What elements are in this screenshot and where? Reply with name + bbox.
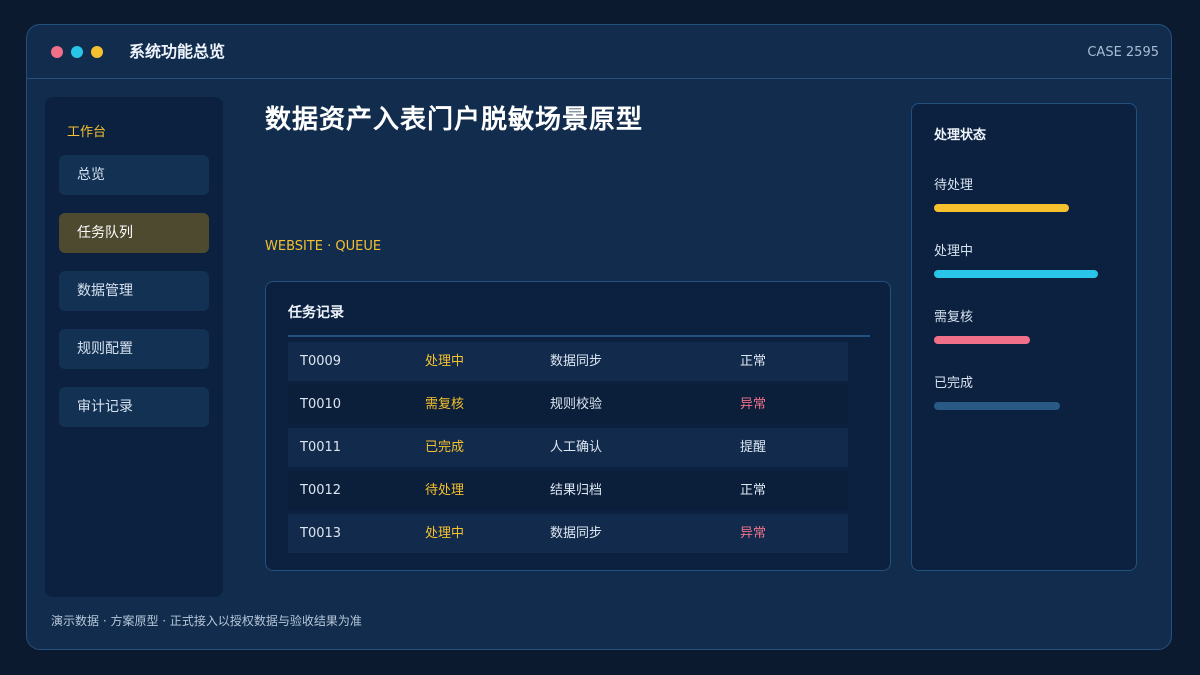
status-item: 处理中 — [934, 244, 1116, 278]
sidebar-item-data-management[interactable]: 数据管理 — [59, 271, 209, 311]
table-row[interactable]: T0011 已完成 人工确认 提醒 — [288, 428, 848, 467]
status-progress-fill — [934, 204, 1069, 212]
page-title: 数据资产入表门户脱敏场景原型 — [265, 105, 644, 135]
page-subtitle: WEBSITE · QUEUE — [265, 239, 382, 254]
status-item: 待处理 — [934, 178, 1116, 212]
table-row[interactable]: T0010 需复核 规则校验 异常 — [288, 385, 848, 424]
window-minimize-dot[interactable] — [71, 46, 83, 58]
task-id-cell: T0010 — [300, 397, 342, 412]
sidebar-item-overview[interactable]: 总览 — [59, 155, 209, 195]
app-title: 系统功能总览 — [129, 42, 226, 61]
task-status-cell: 待处理 — [425, 483, 465, 498]
task-name-cell: 数据同步 — [550, 526, 603, 541]
task-status-cell: 需复核 — [425, 397, 465, 412]
status-progress-bar — [934, 402, 1116, 410]
task-id-cell: T0013 — [300, 526, 342, 541]
status-progress-fill — [934, 336, 1030, 344]
task-records-table: T0009 处理中 数据同步 正常 T0010 需复核 规则校验 异常 T0011 已完成 人工确认… — [288, 342, 848, 557]
title-bar: 系统功能总览 CASE 2595 — [27, 25, 1171, 79]
task-name-cell: 结果归档 — [550, 483, 603, 498]
table-divider — [288, 335, 870, 337]
task-status-cell: 处理中 — [425, 354, 465, 369]
status-panel: 处理状态 待处理处理中需复核已完成 — [911, 103, 1137, 571]
task-result-cell: 正常 — [740, 354, 767, 369]
status-progress-bar — [934, 204, 1116, 212]
table-row[interactable]: T0013 处理中 数据同步 异常 — [288, 514, 848, 553]
task-result-cell: 正常 — [740, 483, 767, 498]
task-name-cell: 数据同步 — [550, 354, 603, 369]
task-records-card: 任务记录 T0009 处理中 数据同步 正常 T0010 需复核 规则校验 异常 T0011 已完… — [265, 281, 891, 571]
task-id-cell: T0009 — [300, 354, 342, 369]
sidebar-item-label: 任务队列 — [77, 225, 133, 241]
sidebar: 工作台 总览 任务队列 数据管理 规则配置 审计记录 — [45, 97, 223, 597]
task-result-cell: 异常 — [740, 397, 767, 412]
window-close-dot[interactable] — [51, 46, 63, 58]
task-id-cell: T0012 — [300, 483, 342, 498]
status-progress-bar — [934, 336, 1116, 344]
status-label: 处理中 — [934, 244, 974, 259]
task-status-cell: 处理中 — [425, 526, 465, 541]
sidebar-item-label: 规则配置 — [77, 341, 133, 357]
status-progress-bar — [934, 270, 1116, 278]
status-item: 已完成 — [934, 376, 1116, 410]
task-name-cell: 规则校验 — [550, 397, 603, 412]
sidebar-item-label: 总览 — [77, 167, 105, 183]
table-row[interactable]: T0009 处理中 数据同步 正常 — [288, 342, 848, 381]
task-id-cell: T0011 — [300, 440, 342, 455]
task-result-cell: 异常 — [740, 526, 767, 541]
status-label: 需复核 — [934, 310, 974, 325]
case-id-label: CASE 2595 — [1087, 45, 1159, 60]
window-maximize-dot[interactable] — [91, 46, 103, 58]
sidebar-item-task-queue[interactable]: 任务队列 — [59, 213, 209, 253]
sidebar-item-audit-log[interactable]: 审计记录 — [59, 387, 209, 427]
table-row[interactable]: T0012 待处理 结果归档 正常 — [288, 471, 848, 510]
status-progress-fill — [934, 402, 1060, 410]
task-status-cell: 已完成 — [425, 440, 465, 455]
footer-note: 演示数据 · 方案原型 · 正式接入以授权数据与验收结果为准 — [51, 614, 362, 628]
status-label: 已完成 — [934, 376, 974, 391]
status-label: 待处理 — [934, 178, 974, 193]
sidebar-item-label: 数据管理 — [77, 283, 133, 299]
task-name-cell: 人工确认 — [550, 440, 603, 455]
task-records-heading: 任务记录 — [288, 305, 344, 321]
sidebar-heading: 工作台 — [67, 125, 107, 140]
task-result-cell: 提醒 — [740, 440, 767, 455]
sidebar-item-label: 审计记录 — [77, 399, 133, 415]
status-progress-fill — [934, 270, 1098, 278]
status-item: 需复核 — [934, 310, 1116, 344]
status-panel-heading: 处理状态 — [934, 128, 987, 143]
app-window: 系统功能总览 CASE 2595 工作台 总览 任务队列 数据管理 规则配置 审… — [26, 24, 1172, 650]
sidebar-item-rule-config[interactable]: 规则配置 — [59, 329, 209, 369]
